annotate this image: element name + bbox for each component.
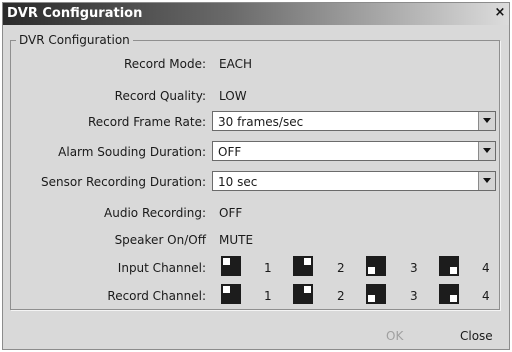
input-channel-4-icon[interactable] — [439, 256, 459, 276]
record-channel-row: Record Channel: 1 2 3 4 — [0, 284, 506, 307]
input-channel-3-number: 3 — [410, 261, 418, 275]
sensor-duration-value: 10 sec — [218, 175, 258, 189]
input-channel-3-icon[interactable] — [366, 256, 386, 276]
input-channel-2-icon[interactable] — [293, 256, 313, 276]
record-quality-row: Record Quality: LOW — [0, 85, 506, 107]
audio-recording-value: OFF — [219, 206, 243, 220]
input-channel-1-icon[interactable] — [221, 256, 241, 276]
alarm-duration-row: Alarm Souding Duration: OFF — [0, 141, 506, 163]
alarm-duration-value: OFF — [218, 145, 242, 159]
audio-recording-label: Audio Recording: — [104, 206, 206, 220]
record-channel-3-icon[interactable] — [366, 284, 386, 304]
record-channel-4-icon[interactable] — [439, 284, 459, 304]
record-channel-2-icon[interactable] — [293, 284, 313, 304]
window-title: DVR Configuration — [7, 6, 143, 21]
input-channel-4-number: 4 — [482, 261, 490, 275]
audio-recording-row: Audio Recording: OFF — [0, 202, 506, 224]
speaker-value: MUTE — [219, 233, 254, 247]
record-mode-label: Record Mode: — [123, 57, 206, 71]
frame-rate-dropdown-button[interactable] — [478, 112, 495, 130]
sensor-duration-row: Sensor Recording Duration: 10 sec — [0, 171, 506, 193]
record-quality-value: LOW — [219, 89, 247, 103]
group-legend: DVR Configuration — [16, 33, 133, 47]
sensor-duration-label: Sensor Recording Duration: — [41, 175, 206, 189]
frame-rate-select[interactable]: 30 frames/sec — [212, 111, 496, 131]
close-icon[interactable]: × — [493, 6, 507, 20]
title-bar[interactable]: DVR Configuration × — [3, 3, 509, 25]
input-channel-1-number: 1 — [264, 261, 272, 275]
ok-button[interactable]: OK — [386, 329, 403, 343]
record-channel-1-icon[interactable] — [221, 284, 241, 304]
speaker-row: Speaker On/Off MUTE — [0, 229, 506, 251]
record-channel-2-number: 2 — [337, 289, 345, 303]
chevron-down-icon — [483, 178, 491, 183]
chevron-down-icon — [483, 148, 491, 153]
record-quality-label: Record Quality: — [114, 89, 206, 103]
input-channel-row: Input Channel: 1 2 3 4 — [0, 256, 506, 279]
frame-rate-row: Record Frame Rate: 30 frames/sec — [0, 111, 506, 133]
speaker-label: Speaker On/Off — [114, 233, 206, 247]
record-channel-label: Record Channel: — [107, 289, 206, 303]
record-mode-value: EACH — [219, 57, 252, 71]
alarm-duration-dropdown-button[interactable] — [478, 142, 495, 160]
alarm-duration-label: Alarm Souding Duration: — [58, 145, 206, 159]
alarm-duration-select[interactable]: OFF — [212, 141, 496, 161]
record-mode-row: Record Mode: EACH — [0, 53, 506, 75]
record-channel-1-number: 1 — [264, 289, 272, 303]
frame-rate-label: Record Frame Rate: — [87, 115, 206, 129]
chevron-down-icon — [483, 118, 491, 123]
record-channel-4-number: 4 — [482, 289, 490, 303]
input-channel-2-number: 2 — [337, 261, 345, 275]
record-channel-3-number: 3 — [410, 289, 418, 303]
sensor-duration-select[interactable]: 10 sec — [212, 171, 496, 191]
sensor-duration-dropdown-button[interactable] — [478, 172, 495, 190]
frame-rate-value: 30 frames/sec — [218, 115, 304, 129]
close-button[interactable]: Close — [460, 329, 493, 343]
input-channel-label: Input Channel: — [117, 261, 206, 275]
